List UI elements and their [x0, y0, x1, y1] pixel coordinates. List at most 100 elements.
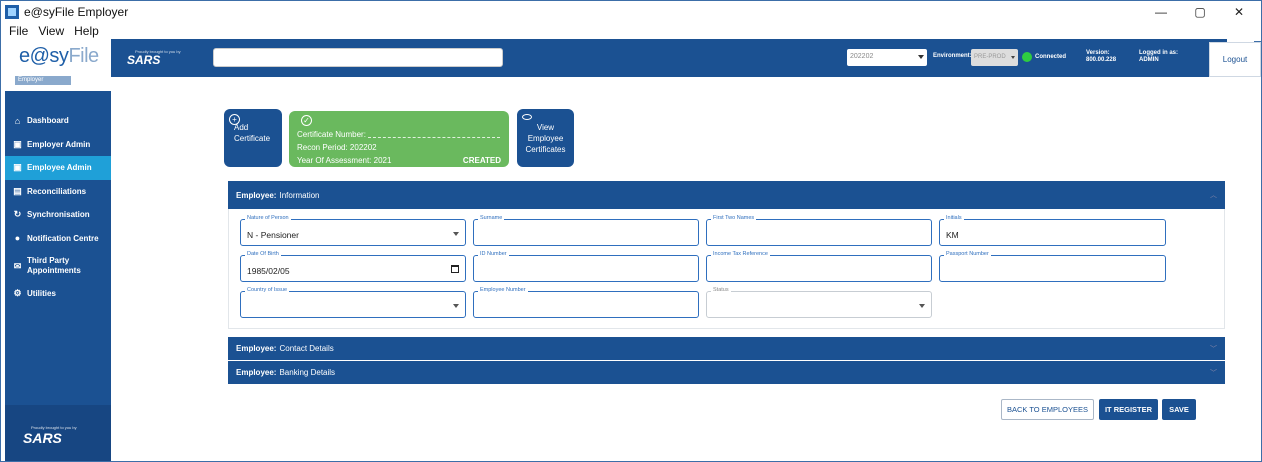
- chevron-down-icon: [1011, 56, 1015, 59]
- sync-icon: ↻: [13, 209, 22, 220]
- sidebar-item-employer-admin[interactable]: ▣ Employer Admin: [5, 133, 111, 157]
- sidebar-item-label: Notification Centre: [27, 233, 99, 243]
- logged-in-user: ADMIN: [1139, 57, 1159, 63]
- gears-icon: ⚙: [13, 288, 22, 299]
- calendar-icon[interactable]: [451, 265, 459, 273]
- sidebar-item-third-party-appointments[interactable]: ✉ Third Party Appointments: [5, 250, 111, 282]
- panel-prefix: Employee:: [236, 190, 277, 200]
- sidebar-item-label: Synchronisation: [27, 210, 90, 220]
- sidebar-item-employee-admin[interactable]: ▣ Employee Admin: [5, 156, 111, 180]
- panel-header-contact-details[interactable]: Employee: Contact Details ﹀: [228, 337, 1225, 360]
- chevron-down-icon: ﹀: [1210, 345, 1217, 353]
- chevron-down-icon: [453, 304, 459, 308]
- version-value: 800.00.228: [1086, 57, 1117, 63]
- sidebar-item-reconciliations[interactable]: ▤ Reconciliations: [5, 180, 111, 204]
- environment-select[interactable]: PRE-PROD: [971, 49, 1018, 66]
- menu-view[interactable]: View: [38, 24, 64, 38]
- maximize-button[interactable]: ▢: [1181, 1, 1219, 23]
- initials-field[interactable]: Initials KM: [939, 215, 1166, 246]
- field-label: Employee Number: [478, 287, 528, 294]
- passport-number-field[interactable]: Passport Number: [939, 251, 1166, 282]
- field-label: Status: [711, 287, 731, 294]
- employee-number-field[interactable]: Employee Number: [473, 287, 699, 318]
- sars-brand: SARS: [127, 53, 161, 67]
- it-register-button[interactable]: IT REGISTER: [1099, 399, 1158, 420]
- back-to-employees-button[interactable]: BACK TO EMPLOYEES: [1001, 399, 1094, 420]
- check-circle-icon: ✓: [301, 115, 312, 126]
- field-label: Nature of Person: [245, 215, 291, 222]
- envelope-icon: ✉: [13, 260, 22, 271]
- view-employee-certificates-button[interactable]: View Employee Certificates: [517, 109, 574, 167]
- version-info: Version: 800.00.228: [1086, 50, 1116, 64]
- id-number-field[interactable]: ID Number: [473, 251, 699, 282]
- first-two-names-field[interactable]: First Two Names: [706, 215, 932, 246]
- sidebar-item-label: Employer Admin: [27, 139, 91, 149]
- sars-brand: SARS: [23, 430, 62, 446]
- logo-brand-a: e@sy: [19, 45, 69, 67]
- panel-prefix: Employee:: [236, 344, 277, 353]
- surname-field[interactable]: Surname: [473, 215, 699, 246]
- environment-label: Environment:: [933, 53, 972, 59]
- period-select[interactable]: 202202: [847, 49, 927, 66]
- close-button[interactable]: ✕: [1220, 1, 1258, 23]
- field-label: Country of Issue: [245, 287, 290, 294]
- field-label: ID Number: [478, 251, 509, 258]
- date-of-birth-field[interactable]: Date Of Birth 1985/02/05: [240, 251, 466, 282]
- panel-prefix: Employee:: [236, 368, 277, 377]
- sidebar-item-label: Employee Admin: [27, 163, 92, 173]
- employee-information-form: Nature of Person N - Pensioner Surname F…: [228, 209, 1225, 329]
- panel-header-information[interactable]: Employee: Information ︿: [228, 181, 1225, 209]
- app-logo: e@syFile Employer: [5, 39, 111, 91]
- save-button[interactable]: SAVE: [1162, 399, 1196, 420]
- environment-value: PRE-PROD: [974, 54, 1006, 60]
- sidebar-footer: Proudly brought to you by SARS: [5, 405, 111, 461]
- sidebar-item-synchronisation[interactable]: ↻ Synchronisation: [5, 203, 111, 227]
- country-of-issue-select[interactable]: Country of Issue: [240, 287, 466, 318]
- nature-of-person-select[interactable]: Nature of Person N - Pensioner: [240, 215, 466, 246]
- top-header: Proudly brought to you by SARS 202202 En…: [111, 39, 1261, 77]
- certificate-card[interactable]: ✓ Certificate Number: Recon Period: 2022…: [289, 111, 509, 167]
- sidebar-item-dashboard[interactable]: ⌂ Dashboard: [5, 109, 111, 133]
- sars-tagline: Proudly brought to you by: [135, 49, 181, 54]
- field-value: KM: [946, 230, 959, 240]
- logged-in-label: Logged in as:: [1139, 50, 1178, 56]
- income-tax-reference-field[interactable]: Income Tax Reference: [706, 251, 932, 282]
- connected-status-icon: [1022, 52, 1032, 62]
- certificate-number-value: [368, 131, 501, 139]
- status-badge: CREATED: [462, 156, 501, 165]
- status-select[interactable]: Status: [706, 287, 932, 318]
- chevron-down-icon: [453, 232, 459, 236]
- add-certificate-button[interactable]: + Add Certificate: [224, 109, 282, 167]
- certificate-number-label: Certificate Number:: [297, 130, 366, 139]
- panel-header-banking-details[interactable]: Employee: Banking Details ﹀: [228, 361, 1225, 384]
- chevron-down-icon: ﹀: [1210, 369, 1217, 377]
- logged-in-info: Logged in as: ADMIN: [1139, 50, 1178, 64]
- id-card-icon: ▣: [13, 138, 22, 149]
- search-input[interactable]: [213, 48, 503, 67]
- chevron-down-icon: [919, 304, 925, 308]
- eye-icon: [522, 114, 532, 120]
- logo-subtitle: Employer: [15, 76, 71, 85]
- sidebar-item-utilities[interactable]: ⚙ Utilities: [5, 282, 111, 306]
- bell-icon: ●: [14, 233, 21, 244]
- period-value: 202202: [850, 53, 874, 60]
- field-value: N - Pensioner: [247, 230, 299, 240]
- menu-file[interactable]: File: [9, 24, 28, 38]
- field-label: Date Of Birth: [245, 251, 281, 258]
- field-label: Passport Number: [944, 251, 991, 258]
- sars-logo: Proudly brought to you by SARS: [127, 49, 181, 67]
- logo-brand-b: File: [68, 45, 99, 67]
- panel-title: Banking Details: [279, 368, 336, 377]
- sidebar-item-label: Reconciliations: [27, 186, 87, 196]
- menu-help[interactable]: Help: [74, 24, 99, 38]
- sars-tagline: Proudly brought to you by: [31, 425, 77, 430]
- minimize-button[interactable]: —: [1142, 1, 1180, 23]
- year-of-assessment: Year Of Assessment: 2021: [297, 156, 392, 165]
- connected-label: Connected: [1035, 54, 1067, 60]
- id-card-icon: ▣: [13, 162, 22, 173]
- sidebar-item-notification-centre[interactable]: ● Notification Centre: [5, 227, 111, 251]
- logout-button[interactable]: Logout: [1209, 42, 1261, 77]
- sars-logo: Proudly brought to you by SARS: [23, 425, 77, 446]
- field-label: Surname: [478, 215, 505, 222]
- app-icon: [5, 5, 19, 19]
